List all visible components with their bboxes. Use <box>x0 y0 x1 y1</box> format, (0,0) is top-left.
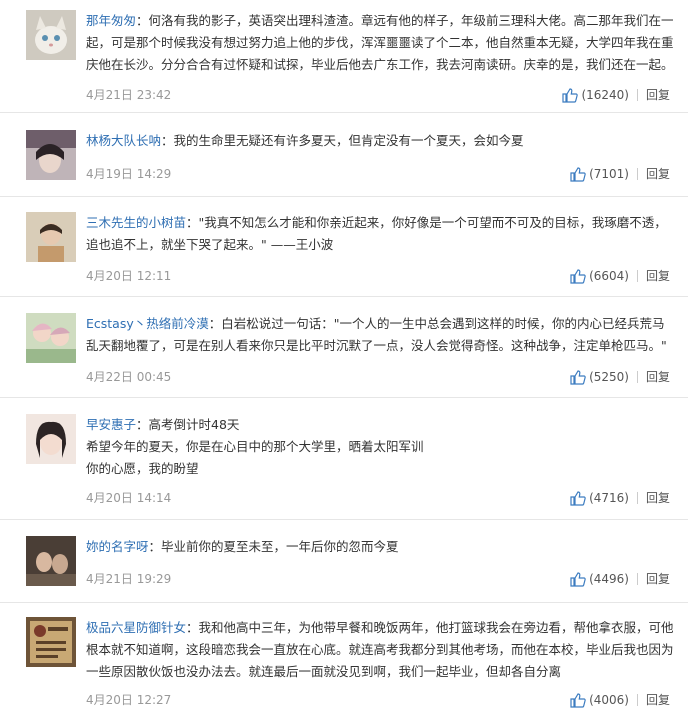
person-avatar-image <box>26 212 76 262</box>
avatar[interactable] <box>26 536 76 586</box>
reply-button[interactable]: 回复 <box>646 85 670 105</box>
person-avatar-image <box>26 536 76 586</box>
reply-button[interactable]: 回复 <box>646 569 670 589</box>
comment-actions: (5250) 回复 <box>570 367 670 387</box>
avatar[interactable] <box>26 212 76 262</box>
comment-item: 林杨大队长呐：我的生命里无疑还有许多夏天，但肯定没有一个夏天，会如今夏 4月19… <box>0 130 688 197</box>
like-count: (16240) <box>581 88 629 102</box>
action-divider <box>636 492 638 504</box>
game-avatar-image <box>26 617 76 667</box>
anime-avatar-image <box>26 313 76 363</box>
like-count: (4496) <box>589 572 629 586</box>
comment-actions: (4006) 回复 <box>570 690 670 710</box>
comment-time: 4月21日 19:29 <box>86 572 172 586</box>
comment-actions: (7101) 回复 <box>570 164 670 184</box>
action-divider <box>636 694 638 706</box>
like-count: (4716) <box>589 491 629 505</box>
reply-button[interactable]: 回复 <box>646 690 670 710</box>
like-button[interactable]: (4006) <box>570 690 629 710</box>
thumbs-up-icon <box>570 490 586 506</box>
comment-body: 林杨大队长呐：我的生命里无疑还有许多夏天，但肯定没有一个夏天，会如今夏 <box>86 133 524 148</box>
comment-meta: 4月20日 12:11 (6604) 回复 <box>86 266 670 286</box>
action-divider <box>636 573 638 585</box>
like-button[interactable]: (6604) <box>570 266 629 286</box>
comment-text: 何洛有我的影子，英语突出理科渣渣。章远有他的样子，年级前三理科大佬。高二那年我们… <box>86 13 674 72</box>
thumbs-up-icon <box>570 692 586 708</box>
thumbs-up-icon <box>562 87 579 103</box>
like-button[interactable]: (4496) <box>570 569 629 589</box>
comment-item: 极品六星防御针女：我和他高中三年，为他带早餐和晚饭两年，他打篮球我会在旁边看，帮… <box>0 617 688 716</box>
comment-text: 毕业前你的夏至未至，一年后你的忽而今夏 <box>161 539 399 554</box>
comment-meta: 4月20日 12:27 (4006) 回复 <box>86 690 670 710</box>
comment-meta: 4月20日 14:14 (4716) 回复 <box>86 488 670 508</box>
comment-body: 早安惠子：高考倒计时48天 希望今年的夏天，你是在心目中的那个大学里，晒着太阳军… <box>86 417 424 476</box>
comment-actions: (16240) 回复 <box>562 85 670 105</box>
comment-time: 4月20日 14:14 <box>86 491 172 505</box>
action-divider <box>636 168 638 180</box>
like-count: (4006) <box>589 693 629 707</box>
comment-body: Ecstasy丶热络前冷漠：白岩松说过一句话："一个人的一生中总会遇到这样的时候… <box>86 316 667 353</box>
comment-username[interactable]: 妳的名字呀 <box>86 539 149 554</box>
reply-button[interactable]: 回复 <box>646 266 670 286</box>
comment-username[interactable]: 林杨大队长呐 <box>86 133 161 148</box>
comment-time: 4月20日 12:11 <box>86 269 172 283</box>
like-count: (6604) <box>589 269 629 283</box>
comment-time: 4月22日 00:45 <box>86 370 172 384</box>
action-divider <box>636 89 638 101</box>
avatar[interactable] <box>26 414 76 464</box>
comment-body: 极品六星防御针女：我和他高中三年，为他带早餐和晚饭两年，他打篮球我会在旁边看，帮… <box>86 620 674 679</box>
reply-button[interactable]: 回复 <box>646 488 670 508</box>
thumbs-up-icon <box>570 369 586 385</box>
thumbs-up-icon <box>570 571 586 587</box>
comment-item: 妳的名字呀：毕业前你的夏至未至，一年后你的忽而今夏 4月21日 19:29 (4… <box>0 536 688 603</box>
action-divider <box>636 270 638 282</box>
like-button[interactable]: (16240) <box>562 85 629 105</box>
reply-button[interactable]: 回复 <box>646 164 670 184</box>
thumbs-up-icon <box>570 268 586 284</box>
avatar[interactable] <box>26 617 76 667</box>
comment-body: 那年匆匆：何洛有我的影子，英语突出理科渣渣。章远有他的样子，年级前三理科大佬。高… <box>86 13 674 72</box>
comment-actions: (4716) 回复 <box>570 488 670 508</box>
comment-item: 三木先生的小树苗："我真不知怎么才能和你亲近起来，你好像是一个可望而不可及的目标… <box>0 212 688 297</box>
comment-meta: 4月21日 23:42 (16240) 回复 <box>86 85 670 105</box>
comment-meta: 4月21日 19:29 (4496) 回复 <box>86 569 670 589</box>
comment-actions: (6604) 回复 <box>570 266 670 286</box>
comment-username[interactable]: 三木先生的小树苗 <box>86 215 186 230</box>
comment-actions: (4496) 回复 <box>570 569 670 589</box>
comment-meta: 4月19日 14:29 (7101) 回复 <box>86 164 670 184</box>
avatar[interactable] <box>26 10 76 60</box>
comment-username[interactable]: Ecstasy丶热络前冷漠 <box>86 316 209 331</box>
comment-item: 那年匆匆：何洛有我的影子，英语突出理科渣渣。章远有他的样子，年级前三理科大佬。高… <box>0 10 688 113</box>
like-count: (7101) <box>589 167 629 181</box>
comment-time: 4月21日 23:42 <box>86 88 172 102</box>
like-count: (5250) <box>589 370 629 384</box>
comment-time: 4月20日 12:27 <box>86 693 172 707</box>
comment-username[interactable]: 早安惠子 <box>86 417 136 432</box>
comment-text: 高考倒计时48天 希望今年的夏天，你是在心目中的那个大学里，晒着太阳军训 你的心… <box>86 417 424 476</box>
comment-text: 我的生命里无疑还有许多夏天，但肯定没有一个夏天，会如今夏 <box>173 133 524 148</box>
avatar[interactable] <box>26 130 76 180</box>
comment-body: 三木先生的小树苗："我真不知怎么才能和你亲近起来，你好像是一个可望而不可及的目标… <box>86 215 667 252</box>
comment-time: 4月19日 14:29 <box>86 167 172 181</box>
person-avatar-image <box>26 130 76 180</box>
cat-avatar-image <box>26 10 76 60</box>
comment-username[interactable]: 那年匆匆 <box>86 13 136 28</box>
thumbs-up-icon <box>570 166 586 182</box>
like-button[interactable]: (7101) <box>570 164 629 184</box>
comment-item: Ecstasy丶热络前冷漠：白岩松说过一句话："一个人的一生中总会遇到这样的时候… <box>0 313 688 398</box>
like-button[interactable]: (5250) <box>570 367 629 387</box>
comment-item: 早安惠子：高考倒计时48天 希望今年的夏天，你是在心目中的那个大学里，晒着太阳军… <box>0 414 688 520</box>
action-divider <box>636 371 638 383</box>
like-button[interactable]: (4716) <box>570 488 629 508</box>
comment-body: 妳的名字呀：毕业前你的夏至未至，一年后你的忽而今夏 <box>86 539 399 554</box>
comment-meta: 4月22日 00:45 (5250) 回复 <box>86 367 670 387</box>
person-avatar-image <box>26 414 76 464</box>
comment-username[interactable]: 极品六星防御针女 <box>86 620 186 635</box>
avatar[interactable] <box>26 313 76 363</box>
reply-button[interactable]: 回复 <box>646 367 670 387</box>
